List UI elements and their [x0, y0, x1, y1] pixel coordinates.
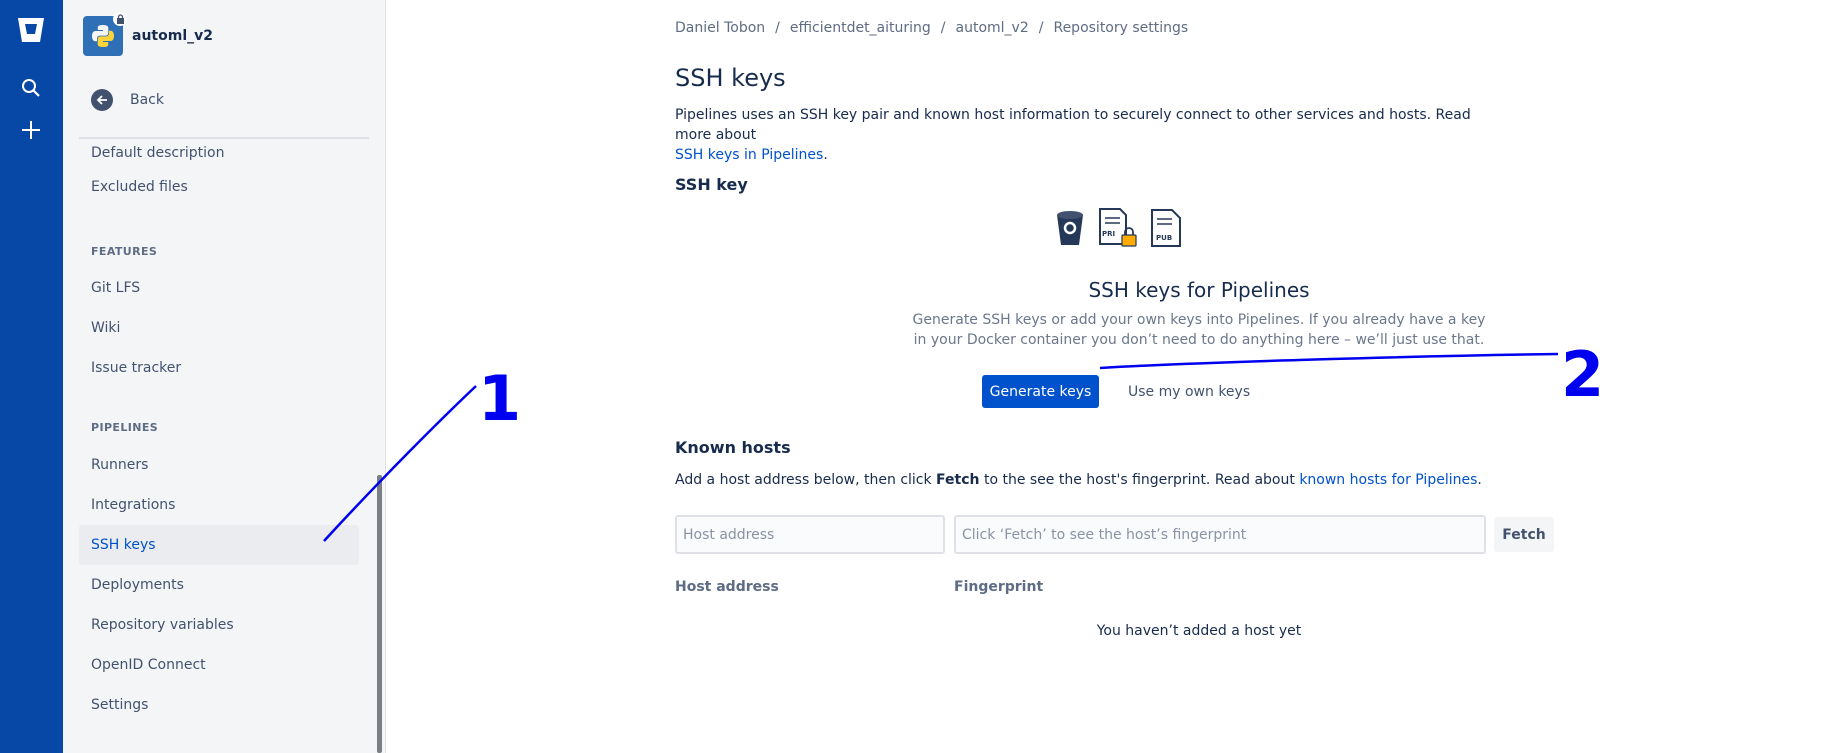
fetch-button[interactable]: Fetch	[1494, 517, 1554, 552]
breadcrumb-separator: /	[775, 20, 780, 36]
python-icon	[92, 25, 114, 47]
sidebar-scrollbar[interactable]	[377, 475, 382, 753]
main-content: Daniel Tobon / efficientdet_aituring / a…	[386, 0, 1843, 753]
project-sidebar: automl_v2 Back Default description Exclu…	[63, 0, 386, 753]
known-hosts-desc-end: .	[1477, 472, 1482, 488]
generate-keys-button[interactable]: Generate keys	[982, 375, 1099, 408]
lock-icon	[113, 12, 127, 26]
host-address-input[interactable]	[675, 515, 945, 554]
intro-text: Pipelines uses an SSH key pair and known…	[675, 105, 1495, 165]
sidebar-item-git-lfs[interactable]: Git LFS	[79, 268, 359, 308]
known-hosts-desc-fetch: Fetch	[936, 472, 980, 488]
ssh-key-illustration: PRI PUB	[1054, 208, 1182, 248]
bitbucket-logo-icon[interactable]	[17, 16, 45, 44]
public-key-icon: PUB	[1151, 209, 1181, 247]
known-hosts-heading: Known hosts	[675, 438, 791, 457]
back-button[interactable]: Back	[91, 88, 164, 112]
ssh-empty-title: SSH keys for Pipelines	[1088, 278, 1310, 302]
public-key-label: PUB	[1156, 234, 1172, 242]
sidebar-item-openid-connect[interactable]: OpenID Connect	[79, 645, 359, 685]
ssh-key-heading: SSH key	[675, 175, 748, 194]
back-label: Back	[130, 92, 164, 108]
known-hosts-for-pipelines-link[interactable]: known hosts for Pipelines	[1299, 472, 1477, 488]
sidebar-item-wiki[interactable]: Wiki	[79, 308, 359, 348]
ssh-empty-desc-line-2: in your Docker container you don’t need …	[913, 332, 1485, 348]
sidebar-item-runners[interactable]: Runners	[79, 445, 359, 485]
column-header-host-address: Host address	[675, 579, 779, 595]
repo-name: automl_v2	[132, 28, 213, 44]
repo-header[interactable]: automl_v2	[83, 12, 213, 56]
ssh-empty-description: Generate SSH keys or add your own keys i…	[849, 310, 1549, 350]
use-my-own-keys-button[interactable]: Use my own keys	[1118, 375, 1260, 408]
known-hosts-desc-start: Add a host address below, then click	[675, 472, 937, 488]
ssh-keys-in-pipelines-link[interactable]: SSH keys in Pipelines	[675, 147, 823, 163]
repo-avatar	[83, 12, 127, 56]
search-icon[interactable]	[17, 74, 45, 102]
sidebar-item-issue-tracker[interactable]: Issue tracker	[79, 348, 359, 388]
breadcrumb-project[interactable]: efficientdet_aituring	[790, 20, 931, 36]
sidebar-item-repository-variables[interactable]: Repository variables	[79, 605, 359, 645]
sidebar-item-integrations[interactable]: Integrations	[79, 485, 359, 525]
plus-icon[interactable]	[17, 116, 45, 144]
annotation-label-2: 2	[1561, 338, 1605, 411]
breadcrumb-owner[interactable]: Daniel Tobon	[675, 20, 765, 36]
known-hosts-desc-middle: to the see the host's fingerprint. Read …	[979, 472, 1300, 488]
arrow-left-icon	[91, 89, 113, 111]
breadcrumb: Daniel Tobon / efficientdet_aituring / a…	[675, 20, 1188, 36]
private-key-lock-icon: PRI	[1099, 208, 1137, 247]
bucket-icon	[1057, 211, 1083, 245]
intro-text-end: .	[823, 147, 828, 163]
sidebar-item-settings[interactable]: Settings	[79, 685, 359, 725]
page-title: SSH keys	[675, 64, 786, 92]
no-hosts-message: You haven’t added a host yet	[1096, 623, 1302, 639]
intro-text-body: Pipelines uses an SSH key pair and known…	[675, 107, 1471, 143]
sidebar-item-deployments[interactable]: Deployments	[79, 565, 359, 605]
annotation-label-1: 1	[478, 362, 522, 435]
global-nav	[0, 0, 63, 753]
private-key-label: PRI	[1102, 230, 1115, 238]
breadcrumb-separator: /	[940, 20, 946, 36]
known-hosts-description: Add a host address below, then click Fet…	[675, 472, 1482, 488]
fingerprint-field[interactable]	[954, 515, 1486, 554]
breadcrumb-repo[interactable]: automl_v2	[956, 20, 1029, 36]
column-header-fingerprint: Fingerprint	[954, 579, 1044, 595]
ssh-empty-desc-line-1: Generate SSH keys or add your own keys i…	[912, 312, 1486, 328]
breadcrumb-repo-settings[interactable]: Repository settings	[1053, 20, 1188, 36]
breadcrumb-separator: /	[1038, 20, 1044, 36]
sidebar-item-excluded-files[interactable]: Excluded files	[79, 167, 359, 207]
sidebar-item-ssh-keys[interactable]: SSH keys	[79, 525, 359, 565]
sidebar-section-pipelines: PIPELINES	[91, 421, 159, 434]
sidebar-section-features: FEATURES	[91, 245, 158, 258]
